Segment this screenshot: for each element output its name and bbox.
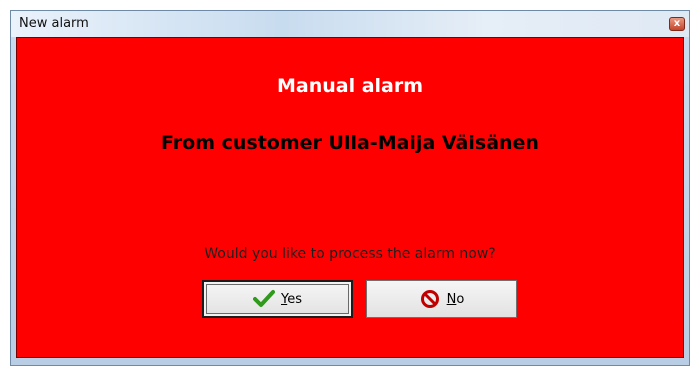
alarm-panel: Manual alarm From customer Ulla-Maija Vä… <box>16 37 684 358</box>
no-entry-icon <box>419 289 441 309</box>
checkmark-icon <box>253 289 275 309</box>
no-label: No <box>446 291 465 307</box>
process-question: Would you like to process the alarm now? <box>204 246 496 262</box>
yes-label: Yes <box>281 291 302 307</box>
title-bar[interactable]: New alarm x <box>11 11 689 37</box>
window-title: New alarm <box>19 16 89 31</box>
new-alarm-dialog: New alarm x Manual alarm From customer U… <box>10 10 690 366</box>
customer-line: From customer Ulla-Maija Väisänen <box>161 132 539 154</box>
close-button[interactable]: x <box>669 17 685 31</box>
no-button[interactable]: No <box>366 280 517 318</box>
alarm-heading: Manual alarm <box>276 75 424 97</box>
close-icon: x <box>673 18 681 29</box>
yes-button[interactable]: Yes <box>202 280 353 318</box>
